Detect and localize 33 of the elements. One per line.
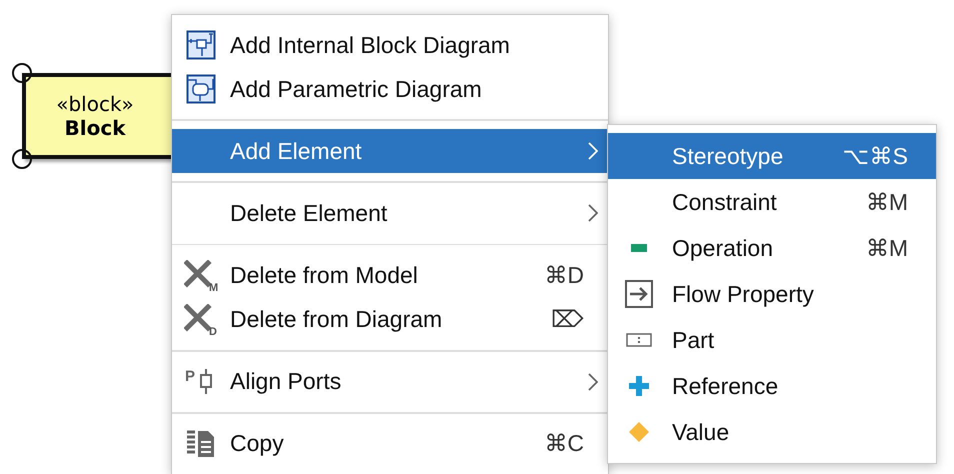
resize-handle[interactable] (12, 149, 32, 169)
shortcut-label: ⌘M (866, 188, 908, 216)
menu-item[interactable]: Delete Element (172, 191, 608, 236)
resize-handle[interactable] (12, 63, 32, 83)
menu-item[interactable]: Add Parametric Diagram (172, 67, 608, 112)
diagram-icon (186, 30, 216, 60)
shortcut-label: ⌦ (551, 306, 584, 334)
operation-icon (631, 244, 647, 252)
arrow-box-icon (625, 280, 653, 308)
shortcut-label: ⌘D (544, 262, 584, 290)
block-name: Block (64, 116, 126, 140)
menu-item[interactable]: Add Internal Block Diagram (172, 23, 608, 68)
diamond-icon (629, 422, 649, 442)
menu-item[interactable]: Copy ⌘C (172, 422, 608, 466)
menu-item[interactable]: D Delete from Diagram ⌦ (172, 298, 608, 342)
copy-icon (185, 428, 217, 459)
submenu-item[interactable]: Part (608, 317, 936, 363)
submenu-item[interactable]: Constraint ⌘M (608, 179, 936, 225)
plus-icon (629, 376, 649, 396)
submenu-item[interactable]: Value (608, 409, 936, 455)
submenu-item[interactable]: Reference (608, 363, 936, 409)
shortcut-label: ⌘C (544, 430, 584, 458)
menu-item[interactable]: P Align Ports (172, 360, 608, 404)
menu-item[interactable]: Add Element (172, 129, 608, 174)
part-icon (626, 333, 652, 347)
diagram-icon (186, 74, 216, 104)
shortcut-label: ⌥⌘S (842, 142, 908, 170)
submenu-item[interactable]: Flow Property (608, 271, 936, 317)
block-stereotype: «block» (56, 92, 134, 116)
shortcut-label: ⌘M (866, 234, 908, 262)
menu-item[interactable]: M Delete from Model ⌘D (172, 253, 608, 298)
submenu-item[interactable]: Operation ⌘M (608, 225, 936, 271)
submenu-item[interactable]: Stereotype ⌥⌘S (608, 133, 936, 179)
